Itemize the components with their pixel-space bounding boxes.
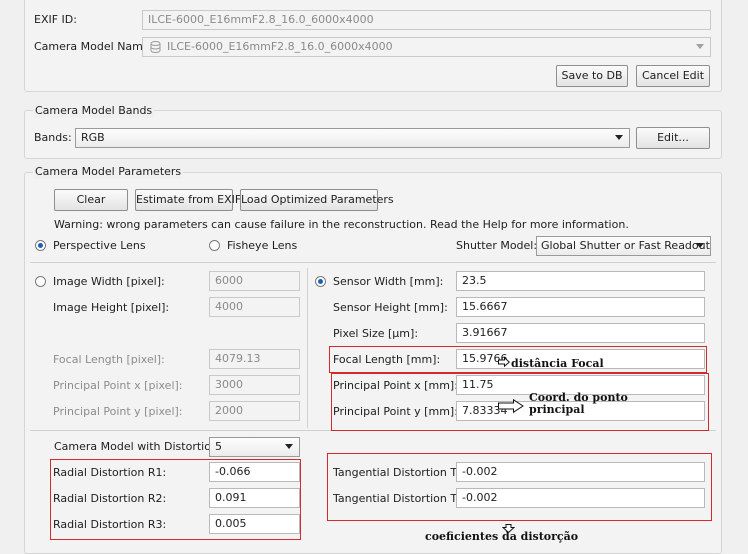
estimate-from-exif-button[interactable]: Estimate from EXIF <box>135 189 241 211</box>
perspective-lens-radio[interactable] <box>35 240 46 251</box>
image-height-field: 4000 <box>209 297 300 317</box>
shutter-model-value: Global Shutter or Fast Readout <box>541 239 710 252</box>
chevron-down-icon <box>285 444 293 449</box>
cancel-edit-button[interactable]: Cancel Edit <box>636 65 710 87</box>
radial-distortion-highlight <box>50 459 301 540</box>
distortions-value: 5 <box>215 440 222 453</box>
fisheye-lens-radio[interactable] <box>209 240 220 251</box>
divider <box>30 262 716 263</box>
exif-id-field: ILCE-6000_E16mmF2.8_16.0_6000x4000 <box>142 10 711 30</box>
sensor-height-label: Sensor Height [mm]: <box>333 301 448 314</box>
pixel-size-label: Pixel Size [µm]: <box>333 327 419 340</box>
bands-value: RGB <box>81 131 105 144</box>
perspective-lens-label[interactable]: Perspective Lens <box>53 239 146 253</box>
principal-point-x-pixel-field: 3000 <box>209 375 300 395</box>
parameters-group-title: Camera Model Parameters <box>33 165 184 179</box>
chevron-down-icon <box>696 243 704 248</box>
warning-text: Warning: wrong parameters can cause fail… <box>54 218 629 231</box>
arrow-right-icon <box>498 356 511 370</box>
image-width-label: Image Width [pixel]: <box>53 275 165 288</box>
arrow-right-icon <box>498 398 524 416</box>
tangential-distortion-highlight <box>327 453 712 521</box>
image-size-radio[interactable] <box>35 276 46 287</box>
chevron-down-icon <box>696 44 704 49</box>
distortion-coefficients-note: coeficientes da distorção <box>425 530 579 543</box>
exif-id-label: EXIF ID: <box>34 13 77 26</box>
principal-point-note-line2: principal <box>529 403 585 416</box>
principal-point-y-pixel-field: 2000 <box>209 401 300 421</box>
distortions-label: Camera Model with Distortions: <box>54 440 228 453</box>
sensor-width-field[interactable]: 23.5 <box>456 271 705 291</box>
image-height-label: Image Height [pixel]: <box>53 301 170 314</box>
sensor-size-radio[interactable] <box>315 276 326 287</box>
bands-select[interactable]: RGB <box>75 128 630 148</box>
fisheye-lens-label[interactable]: Fisheye Lens <box>227 239 297 253</box>
database-icon <box>150 41 161 59</box>
bands-group-title: Camera Model Bands <box>33 104 155 118</box>
focal-distance-note: distância Focal <box>511 357 604 370</box>
sensor-height-field[interactable]: 15.6667 <box>456 297 705 317</box>
camera-model-name-label: Camera Model Name: <box>34 40 154 53</box>
save-to-db-button[interactable]: Save to DB <box>556 65 628 87</box>
load-optimized-parameters-button[interactable]: Load Optimized Parameters <box>240 189 394 211</box>
pixel-size-field[interactable]: 3.91667 <box>456 323 705 343</box>
sensor-width-label: Sensor Width [mm]: <box>333 275 444 288</box>
distortions-select[interactable]: 5 <box>209 437 300 457</box>
bands-label: Bands: <box>34 131 72 144</box>
principal-point-x-pixel-label: Principal Point x [pixel]: <box>53 379 183 392</box>
image-width-field: 6000 <box>209 271 300 291</box>
chevron-down-icon <box>615 135 623 140</box>
bands-edit-button[interactable]: Edit... <box>636 127 710 149</box>
focal-length-pixel-field: 4079.13 <box>209 349 300 369</box>
focal-length-pixel-label: Focal Length [pixel]: <box>53 353 165 366</box>
column-divider <box>307 268 308 428</box>
principal-point-y-pixel-label: Principal Point y [pixel]: <box>53 405 183 418</box>
clear-button[interactable]: Clear <box>54 189 128 211</box>
camera-model-name-select[interactable]: ILCE-6000_E16mmF2.8_16.0_6000x4000 <box>142 37 711 57</box>
shutter-model-select[interactable]: Global Shutter or Fast Readout <box>536 236 711 256</box>
camera-model-name-value: ILCE-6000_E16mmF2.8_16.0_6000x4000 <box>167 40 393 53</box>
shutter-model-label: Shutter Model: <box>456 239 538 252</box>
